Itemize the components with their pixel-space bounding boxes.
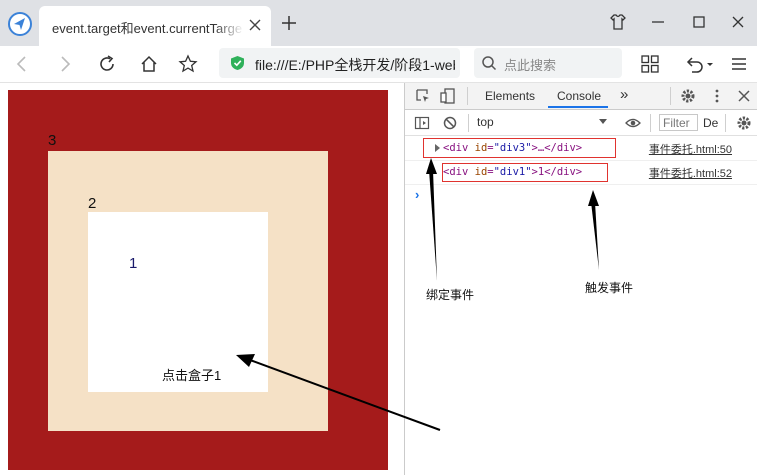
- device-toggle-icon[interactable]: [440, 88, 456, 104]
- inspect-element-icon[interactable]: [415, 88, 431, 104]
- menu-icon[interactable]: [729, 54, 749, 74]
- active-tab[interactable]: event.target和event.currentTarget: [39, 6, 271, 46]
- kebab-menu-icon[interactable]: [709, 88, 725, 104]
- eye-icon[interactable]: [625, 115, 641, 131]
- box-1-number: 1: [129, 255, 138, 272]
- source-link[interactable]: 事件委托.html:50: [649, 141, 732, 157]
- devtools-panel: Elements Console » top Filter De <div id…: [404, 83, 757, 475]
- clear-console-icon[interactable]: [442, 115, 458, 131]
- box-3[interactable]: 3 2 1: [8, 90, 388, 470]
- reload-icon[interactable]: [97, 54, 117, 74]
- filter-separator: [650, 114, 651, 132]
- box-3-number: 3: [48, 132, 57, 149]
- maximize-icon[interactable]: [689, 12, 709, 32]
- box-2-number: 2: [88, 195, 97, 212]
- devtools-tab-bar: Elements Console »: [405, 83, 757, 110]
- filter-input[interactable]: Filter: [659, 114, 698, 131]
- star-icon[interactable]: [178, 54, 198, 74]
- apps-grid-icon[interactable]: [640, 54, 660, 74]
- tab-separator: [670, 87, 671, 105]
- click-box-1-note: 点击盒子1: [162, 368, 222, 383]
- console-filter-bar: top Filter De: [405, 110, 757, 136]
- home-icon[interactable]: [139, 54, 159, 74]
- console-settings-gear-icon[interactable]: [736, 115, 752, 131]
- address-bar[interactable]: file:///E:/PHP全栈开发/阶段1-web: [219, 48, 460, 78]
- tab-strip: event.target和event.currentTarget: [0, 0, 757, 46]
- search-icon: [482, 56, 497, 71]
- filter-separator: [468, 114, 469, 132]
- filter-separator: [725, 114, 726, 132]
- log-levels-dropdown[interactable]: De: [703, 116, 718, 130]
- close-tab-icon[interactable]: [246, 16, 264, 34]
- browser-toolbar: file:///E:/PHP全栈开发/阶段1-web 点此搜索: [0, 46, 757, 83]
- context-value: top: [477, 115, 494, 129]
- tab-console[interactable]: Console: [557, 89, 601, 103]
- browser-logo-icon: [8, 12, 32, 36]
- search-box[interactable]: 点此搜索: [474, 48, 622, 78]
- highlight-box-div1: [442, 163, 608, 182]
- source-link[interactable]: 事件委托.html:52: [649, 165, 732, 181]
- more-tabs-button[interactable]: »: [620, 86, 628, 103]
- console-prompt[interactable]: ›: [415, 187, 419, 202]
- settings-gear-icon[interactable]: [680, 88, 696, 104]
- bind-event-label: 绑定事件: [426, 288, 475, 302]
- shirt-icon[interactable]: [608, 12, 628, 32]
- address-text: file:///E:/PHP全栈开发/阶段1-web: [255, 57, 455, 73]
- shield-icon: [231, 56, 244, 70]
- highlight-box-div3: [423, 138, 616, 158]
- forward-icon[interactable]: [55, 54, 75, 74]
- active-tab-indicator: [548, 106, 608, 108]
- tab-separator: [467, 87, 468, 105]
- tab-title-fade: [214, 14, 244, 38]
- close-devtools-icon[interactable]: [736, 88, 752, 104]
- search-placeholder: 点此搜索: [504, 58, 557, 73]
- trigger-event-label: 触发事件: [585, 281, 634, 295]
- page-viewport: 3 2 1 点击盒子1: [0, 83, 404, 475]
- sidebar-toggle-icon[interactable]: [414, 115, 430, 131]
- minimize-icon[interactable]: [648, 12, 668, 32]
- chevron-down-icon: [599, 119, 607, 124]
- new-tab-icon[interactable]: [280, 14, 298, 32]
- box-2[interactable]: 2 1: [48, 151, 328, 431]
- close-window-icon[interactable]: [728, 12, 748, 32]
- undo-icon[interactable]: [684, 54, 714, 74]
- back-icon[interactable]: [12, 54, 32, 74]
- tab-elements[interactable]: Elements: [485, 89, 535, 103]
- context-select[interactable]: top: [477, 115, 607, 131]
